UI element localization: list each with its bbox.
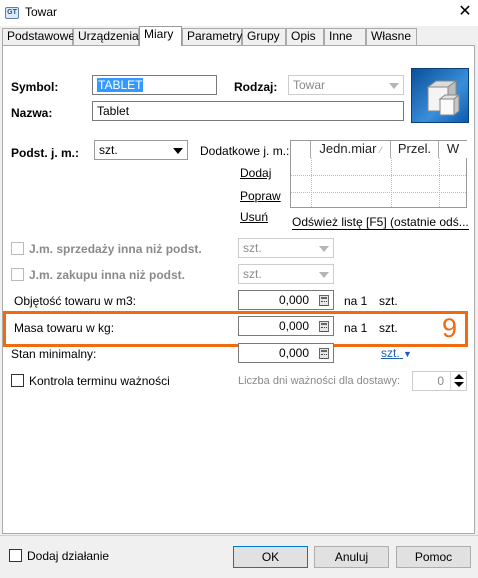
objetosc-unit: szt.: [379, 294, 398, 308]
table-gridline: [391, 158, 392, 207]
title-bar: [0, 0, 478, 26]
masa-input[interactable]: 0,000: [238, 316, 334, 336]
app-icon: GT: [5, 7, 19, 19]
pomoc-button[interactable]: Pomoc: [396, 546, 471, 568]
objetosc-na-label: na 1: [344, 294, 368, 308]
masa-label: Masa towaru w kg:: [14, 321, 115, 335]
column-header-jedn-miar[interactable]: Jedn.miar ⁄: [311, 141, 391, 158]
calculator-icon[interactable]: [319, 348, 329, 359]
table-gridline: [439, 158, 440, 207]
dodatkowe-jm-label: Dodatkowe j. m.:: [200, 144, 290, 158]
rodzaj-select[interactable]: Towar: [288, 75, 404, 95]
footer-divider: [0, 535, 478, 536]
tab-urzadzenia[interactable]: Urządzenia: [73, 28, 139, 45]
symbol-label: Symbol:: [11, 80, 59, 94]
jm-zakupu-select[interactable]: szt.: [238, 264, 334, 284]
boxes-icon: [426, 80, 461, 117]
tab-opis[interactable]: Opis: [286, 28, 324, 45]
ok-button[interactable]: OK: [233, 546, 308, 568]
tab-podstawowe[interactable]: Podstawowe: [2, 28, 75, 45]
units-table[interactable]: Jedn.miar ⁄ Przel. W: [290, 140, 467, 208]
dodaj-dzialanie-label: Dodaj działanie: [27, 549, 110, 563]
jm-zakupu-label: J.m. zakupu inna niż podst.: [29, 268, 186, 282]
stan-minimalny-input[interactable]: 0,000: [238, 343, 334, 363]
objetosc-label: Objętość towaru w m3:: [14, 294, 137, 308]
tab-grupy[interactable]: Grupy: [242, 28, 286, 45]
tab-wlasne[interactable]: Własne: [366, 28, 417, 45]
symbol-input[interactable]: TABLET: [92, 75, 217, 95]
jm-zakupu-value: szt.: [243, 267, 262, 281]
masa-na-label: na 1: [344, 321, 368, 335]
table-gridline: [291, 175, 466, 176]
column-header-przel[interactable]: Przel.: [391, 141, 439, 158]
window-title: Towar: [25, 5, 58, 19]
symbol-value: TABLET: [97, 78, 144, 92]
spinner-buttons[interactable]: [450, 372, 466, 390]
objetosc-value: 0,000: [278, 293, 309, 307]
odswiez-liste-link[interactable]: Odśwież listę [F5] (ostatnie odś...: [292, 216, 469, 230]
jm-sprzedazy-select[interactable]: szt.: [238, 238, 334, 258]
calculator-icon[interactable]: [319, 321, 329, 332]
kontrola-terminu-label: Kontrola terminu ważności: [29, 374, 170, 388]
kontrola-terminu-checkbox[interactable]: [11, 374, 24, 387]
nazwa-input[interactable]: Tablet: [92, 101, 404, 121]
table-corner: [291, 141, 311, 158]
dodaj-dzialanie-checkbox[interactable]: [9, 549, 22, 562]
stan-minimalny-label: Stan minimalny:: [11, 347, 97, 361]
dodaj-link[interactable]: Dodaj: [240, 166, 271, 180]
podst-jm-select[interactable]: szt.: [94, 140, 188, 160]
jm-zakupu-checkbox[interactable]: [11, 268, 24, 281]
arrow-up-icon[interactable]: [454, 374, 464, 379]
objetosc-input[interactable]: 0,000: [238, 290, 334, 310]
tab-miary[interactable]: Miary: [139, 26, 182, 46]
nazwa-label: Nazwa:: [11, 106, 53, 120]
liczba-dni-value: 0: [437, 374, 444, 388]
jm-sprzedazy-checkbox[interactable]: [11, 242, 24, 255]
calculator-icon[interactable]: [319, 295, 329, 306]
column-header-w[interactable]: W: [439, 141, 467, 158]
tab-parametry[interactable]: Parametry: [182, 28, 242, 45]
table-gridline: [311, 158, 312, 207]
jm-sprzedazy-value: szt.: [243, 241, 262, 255]
close-icon[interactable]: ✕: [456, 3, 474, 21]
stan-minimalny-value: 0,000: [278, 346, 309, 360]
liczba-dni-spinner[interactable]: 0: [412, 371, 467, 391]
arrow-down-icon[interactable]: [454, 382, 464, 387]
chevron-down-icon: [389, 83, 399, 89]
chevron-down-icon: ▼: [403, 349, 412, 359]
chevron-down-icon: [319, 246, 329, 252]
popraw-link[interactable]: Popraw: [240, 189, 281, 203]
rodzaj-value: Towar: [293, 78, 326, 92]
chevron-down-icon: [319, 272, 329, 278]
liczba-dni-label: Liczba dni ważności dla dostawy:: [238, 375, 401, 387]
jm-sprzedazy-label: J.m. sprzedaży inna niż podst.: [29, 242, 202, 256]
product-image[interactable]: [411, 68, 469, 123]
masa-value: 0,000: [278, 319, 309, 333]
rodzaj-label: Rodzaj:: [234, 80, 278, 94]
stan-minimalny-unit-link[interactable]: szt. ▼: [381, 346, 412, 360]
usun-link[interactable]: Usuń: [240, 210, 268, 224]
tab-inne[interactable]: Inne: [324, 28, 366, 45]
anuluj-button[interactable]: Anuluj: [314, 546, 389, 568]
podst-jm-value: szt.: [99, 143, 118, 157]
annotation-number: 9: [442, 313, 458, 343]
chevron-down-icon: [173, 148, 183, 154]
podst-jm-label: Podst. j. m.:: [11, 146, 80, 160]
table-gridline: [291, 192, 466, 193]
masa-unit: szt.: [379, 321, 398, 335]
